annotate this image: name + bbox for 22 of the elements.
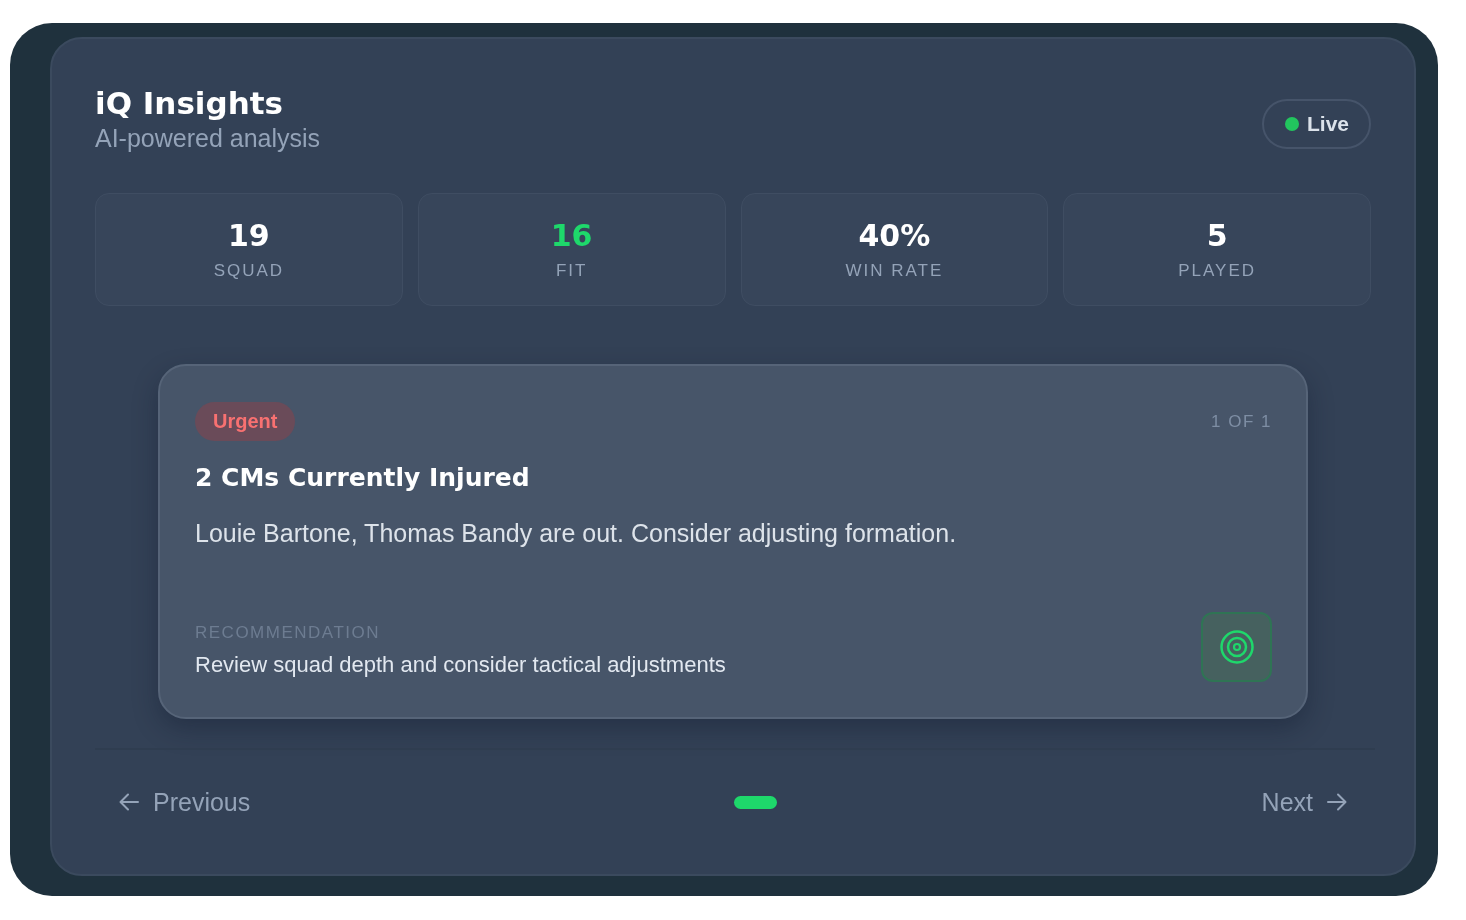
stat-label: SQUAD xyxy=(213,259,285,282)
panel-title: iQ Insights xyxy=(95,84,283,123)
arrow-left-icon xyxy=(119,793,139,811)
stat-value: 40% xyxy=(858,217,931,254)
action-button[interactable] xyxy=(1201,612,1272,682)
panel-subtitle: AI-powered analysis xyxy=(95,123,321,153)
next-button[interactable]: Next xyxy=(1259,782,1349,822)
status-label: Live xyxy=(1306,112,1349,136)
target-icon xyxy=(1219,630,1254,664)
stat-value: 19 xyxy=(228,217,270,254)
stat-label: FIT xyxy=(555,259,588,282)
previous-button[interactable]: Previous xyxy=(117,782,253,822)
stat-label: WIN RATE xyxy=(845,259,944,282)
recommendation-text: Review squad depth and consider tactical adjustments xyxy=(195,652,726,678)
insight-description: Louie Bartone, Thomas Bandy are out. Consider adjusting formation. xyxy=(195,518,957,548)
insight-title: 2 CMs Currently Injured xyxy=(195,463,530,493)
priority-tag: Urgent xyxy=(195,402,296,441)
stat-label: PLAYED xyxy=(1178,259,1257,282)
page-counter: 1 OF 1 xyxy=(1211,411,1272,432)
arrow-right-icon xyxy=(1327,793,1347,811)
stat-value: 5 xyxy=(1206,217,1228,254)
stat-value: 16 xyxy=(550,217,593,254)
